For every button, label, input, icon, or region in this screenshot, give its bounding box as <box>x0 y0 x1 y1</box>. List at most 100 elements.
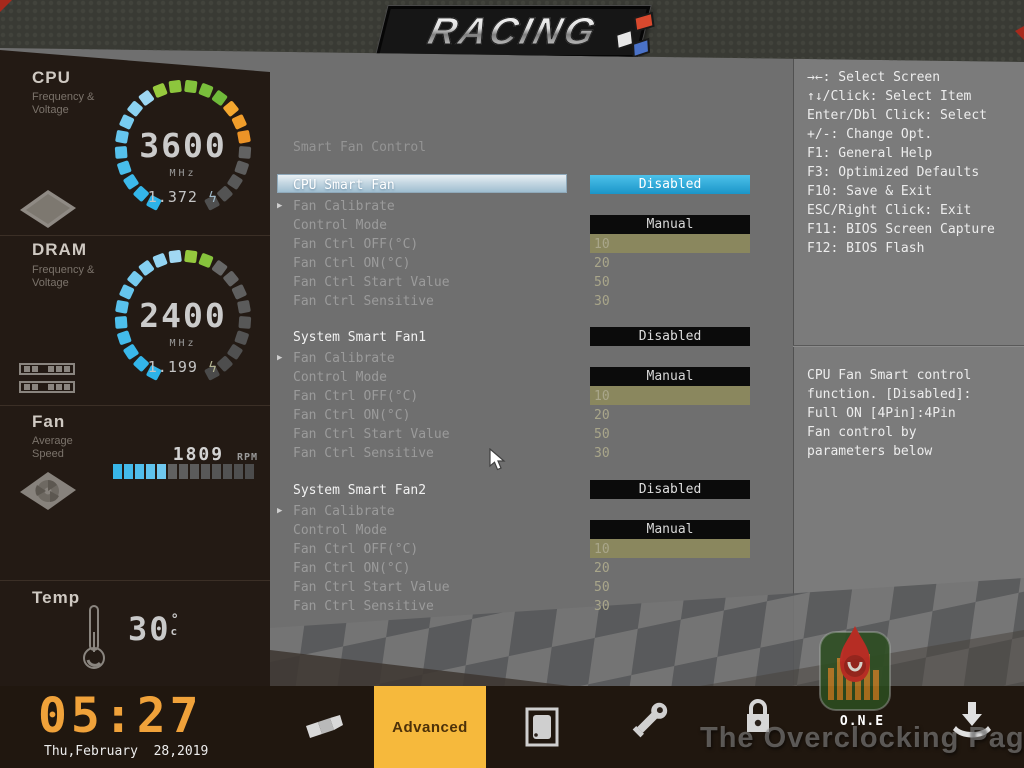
help-line: F3: Optimized Defaults <box>807 165 980 180</box>
param-value[interactable]: 20 <box>594 406 610 425</box>
help-line: F11: BIOS Screen Capture <box>807 222 995 237</box>
sidebar-divider <box>0 235 270 236</box>
fan-speed-segment <box>212 464 221 479</box>
help-panel-divider <box>793 345 1024 347</box>
control-mode-value[interactable]: Manual <box>590 367 750 386</box>
fan-speed-segment <box>113 464 122 479</box>
fan-speed-segment <box>245 464 254 479</box>
tab-tweaker-wrench-icon[interactable] <box>628 698 672 750</box>
date: Thu,February 28,2019 <box>44 744 209 759</box>
help-line: F10: Save & Exit <box>807 184 933 199</box>
param-value[interactable]: 50 <box>594 273 610 292</box>
cpu-frequency-gauge: 3600 MHz 1.372 ϟ <box>98 71 268 226</box>
item-fan-ctrl-start[interactable]: Fan Ctrl Start Value 50 <box>293 273 793 292</box>
dram-frequency-value: 2400 <box>139 296 227 335</box>
item-fan-ctrl-sensitive[interactable]: Fan Ctrl Sensitive 30 <box>293 444 793 463</box>
item-fan-calibrate[interactable]: Fan Calibrate <box>293 502 395 521</box>
page-title: Smart Fan Control <box>293 140 427 155</box>
param-value[interactable]: 30 <box>594 444 610 463</box>
submenu-arrow-icon: ▶ <box>277 353 283 363</box>
cpu-section-title: CPU <box>32 68 71 87</box>
fan-rpm-unit: RPM <box>236 452 258 463</box>
dram-voltage: 1.199 ϟ <box>147 358 219 376</box>
item-fan-ctrl-off[interactable]: Fan Ctrl OFF(°C) 10 <box>293 540 793 559</box>
help-line: →←: Select Screen <box>807 70 941 85</box>
fan-section-title: Fan <box>32 412 66 431</box>
dram-frequency-gauge: 2400 MHz 1.199 ϟ <box>98 241 268 396</box>
tab-main-flag-icon[interactable] <box>302 708 346 748</box>
key-legend: →←: Select Screen ↑↓/Click: Select Item … <box>807 68 995 258</box>
sidebar-divider <box>0 580 270 581</box>
fan-group-cpu: CPU Smart Fan Disabled ▶ Fan Calibrate C… <box>270 174 793 312</box>
item-control-mode[interactable]: Control Mode <box>293 521 387 540</box>
red-corner-accent <box>0 0 12 12</box>
fan-speed-segment <box>168 464 177 479</box>
item-control-mode[interactable]: Control Mode <box>293 216 387 235</box>
param-value[interactable]: 10 <box>594 387 610 406</box>
item-system-smart-fan1[interactable]: System Smart Fan1 <box>293 328 426 347</box>
param-value[interactable]: 30 <box>594 292 610 311</box>
param-value[interactable]: 50 <box>594 578 610 597</box>
item-system-smart-fan2[interactable]: System Smart Fan2 <box>293 481 426 500</box>
bolt-icon: ϟ <box>207 190 219 206</box>
param-value[interactable]: 10 <box>594 235 610 254</box>
tab-advanced[interactable]: Advanced <box>374 686 486 768</box>
help-line: +/-: Change Opt. <box>807 127 933 142</box>
clock: 05:27 <box>38 688 203 744</box>
item-fan-calibrate[interactable]: Fan Calibrate <box>293 197 395 216</box>
item-description: CPU Fan Smart control function. [Disable… <box>807 368 972 459</box>
help-line: F1: General Help <box>807 146 933 161</box>
hardware-monitor-sidebar: CPU Frequency & Voltage 3600 MHz 1.372 ϟ… <box>0 50 270 686</box>
dram-modules-icon <box>19 363 75 393</box>
cpu-section-subtitle: Frequency & Voltage <box>32 91 95 116</box>
item-fan-calibrate[interactable]: Fan Calibrate <box>293 349 395 368</box>
watermark-text: The Overclocking Page <box>700 722 1024 754</box>
fan-speed-bar <box>113 464 256 479</box>
help-line: ↑↓/Click: Select Item <box>807 89 972 104</box>
item-fan-ctrl-on[interactable]: Fan Ctrl ON(°C) 20 <box>293 406 793 425</box>
item-fan-ctrl-sensitive[interactable]: Fan Ctrl Sensitive 30 <box>293 292 793 311</box>
temp-value: 30 ° c <box>128 610 181 648</box>
temp-unit: ° c <box>170 612 181 638</box>
fan-group-system2: System Smart Fan2 Disabled ▶ Fan Calibra… <box>270 480 793 617</box>
cpu-frequency-value: 3600 <box>139 126 227 165</box>
system-fan2-value[interactable]: Disabled <box>590 480 750 499</box>
mouse-cursor <box>489 448 506 471</box>
fan-section-subtitle: Average Speed <box>32 435 73 460</box>
item-cpu-smart-fan[interactable]: CPU Smart Fan <box>293 176 395 195</box>
cpu-frequency-unit: MHz <box>169 168 197 179</box>
tab-chipset-icon[interactable] <box>524 704 562 750</box>
item-fan-ctrl-start[interactable]: Fan Ctrl Start Value 50 <box>293 425 793 444</box>
dram-section-title: DRAM <box>32 240 87 259</box>
control-mode-value[interactable]: Manual <box>590 520 750 539</box>
cpu-smart-fan-value[interactable]: Disabled <box>590 175 750 194</box>
item-fan-ctrl-start[interactable]: Fan Ctrl Start Value 50 <box>293 578 793 597</box>
racing-flag-icon <box>615 11 655 59</box>
param-value[interactable]: 20 <box>594 254 610 273</box>
dram-frequency-unit: MHz <box>169 338 197 349</box>
bolt-icon: ϟ <box>207 360 219 376</box>
bios-screen: RACING CPU Frequency & Voltage 3600 MHz … <box>0 0 1024 768</box>
item-fan-ctrl-on[interactable]: Fan Ctrl ON(°C) 20 <box>293 559 793 578</box>
param-value[interactable]: 10 <box>594 540 610 559</box>
item-fan-ctrl-off[interactable]: Fan Ctrl OFF(°C) 10 <box>293 387 793 406</box>
control-mode-value[interactable]: Manual <box>590 215 750 234</box>
help-line: Enter/Dbl Click: Select <box>807 108 988 123</box>
param-value[interactable]: 50 <box>594 425 610 444</box>
item-fan-ctrl-on[interactable]: Fan Ctrl ON(°C) 20 <box>293 254 793 273</box>
submenu-arrow-icon: ▶ <box>277 506 283 516</box>
help-line: F12: BIOS Flash <box>807 241 925 256</box>
fan-group-system1: System Smart Fan1 Disabled ▶ Fan Calibra… <box>270 327 793 464</box>
item-fan-ctrl-sensitive[interactable]: Fan Ctrl Sensitive 30 <box>293 597 793 616</box>
fan-speed-segment <box>146 464 155 479</box>
param-value[interactable]: 30 <box>594 597 610 616</box>
racing-logo: RACING <box>375 6 655 59</box>
item-control-mode[interactable]: Control Mode <box>293 368 387 387</box>
item-fan-ctrl-off[interactable]: Fan Ctrl OFF(°C) 10 <box>293 235 793 254</box>
fan-speed-segment <box>179 464 188 479</box>
racing-logo-text: RACING <box>423 10 603 53</box>
system-fan1-value[interactable]: Disabled <box>590 327 750 346</box>
fan-speed-segment <box>135 464 144 479</box>
fan-icon <box>20 472 76 510</box>
param-value[interactable]: 20 <box>594 559 610 578</box>
